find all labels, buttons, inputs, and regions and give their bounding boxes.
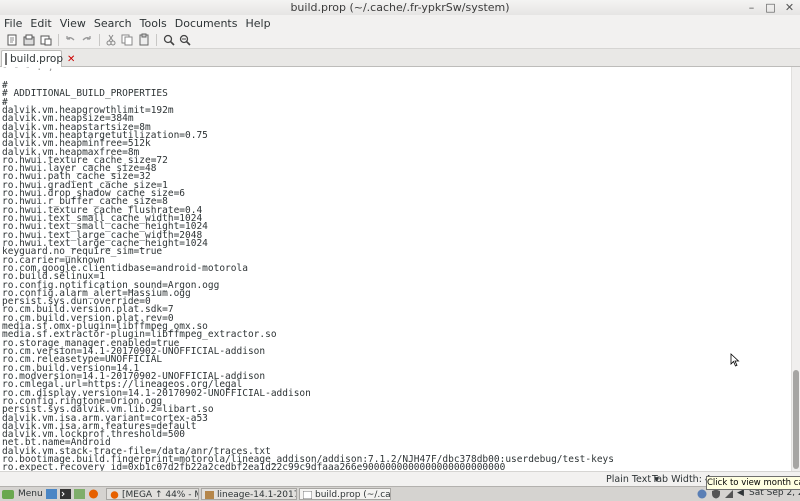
- text-editor[interactable]: - - - . , # # ADDITIONAL_BUILD_PROPERTIE…: [0, 67, 791, 471]
- statusbar: Plain Text ▾ Tab Width: 4 ▾: [0, 471, 800, 486]
- tab-build-prop[interactable]: build.prop ✕: [1, 50, 75, 67]
- taskbar-task-firefox[interactable]: [MEGA ↑ 44% - Mozill...: [106, 488, 199, 500]
- copy-icon[interactable]: [120, 33, 134, 47]
- shield-icon[interactable]: [711, 489, 721, 499]
- tab-close-icon[interactable]: ✕: [67, 54, 75, 65]
- vertical-scrollbar[interactable]: [791, 67, 800, 471]
- language-selector[interactable]: Plain Text ▾: [606, 474, 659, 485]
- menu-help[interactable]: Help: [242, 17, 273, 30]
- redo-icon[interactable]: [80, 33, 94, 47]
- editor-text[interactable]: # # ADDITIONAL_BUILD_PROPERTIES # dalvik…: [0, 81, 791, 471]
- menu-file[interactable]: File: [1, 17, 25, 30]
- network-icon[interactable]: [724, 489, 734, 499]
- taskbar-task-editor[interactable]: build.prop (~/.cache/...: [299, 488, 391, 500]
- menubar: File Edit View Search Tools Documents He…: [0, 15, 800, 32]
- menu-tools[interactable]: Tools: [137, 17, 170, 30]
- menu-search[interactable]: Search: [91, 17, 135, 30]
- task-label: build.prop (~/.cache/...: [315, 490, 391, 500]
- toolbar: [0, 32, 800, 49]
- document-tabbar: build.prop ✕: [0, 49, 800, 67]
- taskbar-task-archive[interactable]: lineage-14.1-2017090...: [201, 488, 297, 500]
- show-desktop-icon[interactable]: [46, 489, 57, 499]
- scrollbar-thumb[interactable]: [793, 370, 799, 469]
- partially-scrolled-line: - - - . ,: [0, 67, 791, 71]
- firefox-icon[interactable]: [88, 489, 99, 499]
- task-label: [MEGA ↑ 44% - Mozill...: [122, 490, 198, 500]
- mint-logo-icon: [2, 490, 14, 499]
- task-label: lineage-14.1-2017090...: [217, 490, 297, 500]
- firefox-icon: [110, 491, 119, 499]
- document-icon: [5, 53, 7, 65]
- undo-icon[interactable]: [63, 33, 77, 47]
- paste-icon[interactable]: [137, 33, 151, 47]
- open-icon[interactable]: [22, 33, 36, 47]
- save-icon[interactable]: [39, 33, 53, 47]
- tab-label: build.prop: [10, 53, 63, 65]
- update-manager-icon[interactable]: [697, 489, 707, 499]
- taskbar: Menu [MEGA ↑ 44% - Mozill... lineage-14.…: [0, 486, 800, 501]
- window-title: build.prop (~/.cache/.fr-ypkrSw/system): [290, 1, 510, 14]
- mouse-pointer-icon: [730, 353, 740, 367]
- minimize-icon[interactable]: –: [745, 1, 758, 14]
- window-titlebar[interactable]: build.prop (~/.cache/.fr-ypkrSw/system) …: [0, 0, 800, 16]
- menu-edit[interactable]: Edit: [27, 17, 54, 30]
- archive-icon: [205, 491, 214, 499]
- files-icon[interactable]: [74, 489, 85, 499]
- maximize-icon[interactable]: □: [764, 1, 777, 14]
- menu-view[interactable]: View: [57, 17, 89, 30]
- language-label: Plain Text: [606, 474, 652, 485]
- text-editor-icon: [303, 491, 312, 499]
- replace-icon[interactable]: [178, 33, 192, 47]
- calendar-tooltip: Click to view month calendar: [706, 476, 800, 490]
- new-icon[interactable]: [5, 33, 19, 47]
- find-icon[interactable]: [162, 33, 176, 47]
- menu-documents[interactable]: Documents: [172, 17, 241, 30]
- terminal-icon[interactable]: [60, 489, 71, 499]
- cut-icon[interactable]: [104, 33, 118, 47]
- close-icon[interactable]: ✕: [783, 1, 796, 14]
- menu-label: Menu: [18, 489, 43, 499]
- tab-width-label: Tab Width: 4: [652, 474, 711, 485]
